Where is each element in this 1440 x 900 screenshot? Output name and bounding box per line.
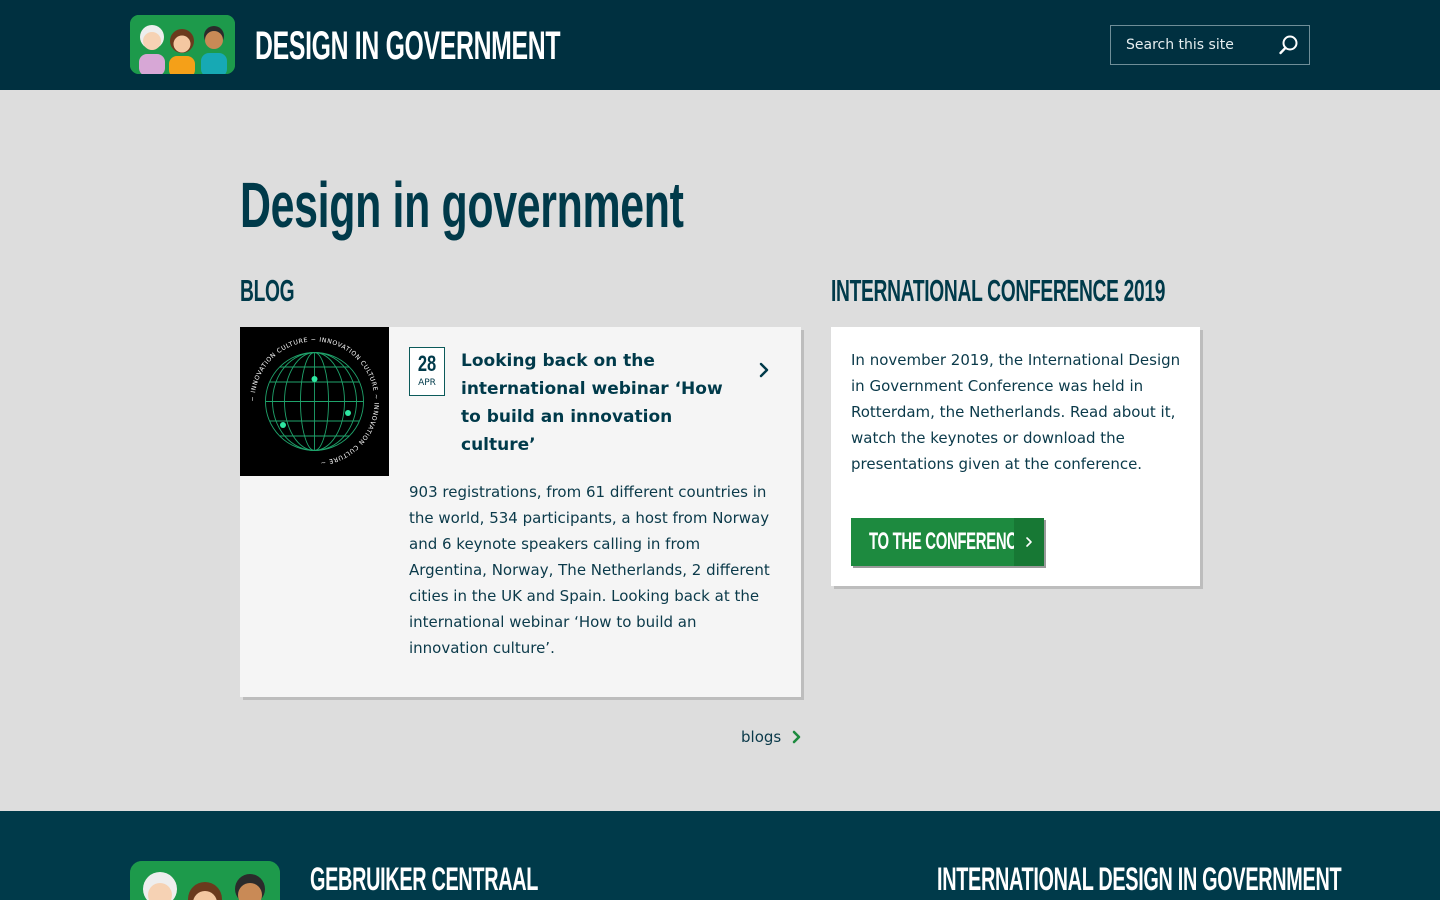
magnifier-icon[interactable] <box>1277 33 1301 57</box>
conference-description: In november 2019, the International Desi… <box>851 351 1181 473</box>
footer-heading-gebruiker-centraal: GEBRUIKER CENTRAAL <box>310 861 539 897</box>
more-blogs-link[interactable]: blogs <box>741 726 781 748</box>
post-title-link[interactable]: Looking back on the international webina… <box>461 347 741 459</box>
to-conference-button-label: TO THE CONFERENCE <box>869 528 1027 555</box>
page-title: Design in government <box>240 169 684 241</box>
conference-card: In november 2019, the International Desi… <box>831 327 1200 586</box>
post-date-day: 28 <box>417 351 437 376</box>
three-people-logo[interactable] <box>130 15 235 74</box>
footer-heading-international-design: INTERNATIONAL DESIGN IN GOVERNMENT <box>937 861 1342 897</box>
to-conference-button[interactable]: TO THE CONFERENCE <box>851 518 1044 566</box>
three-people-logo[interactable] <box>130 861 280 900</box>
chevron-right-icon <box>1014 518 1044 566</box>
blog-heading: BLOG <box>240 273 295 308</box>
conference-heading: INTERNATIONAL CONFERENCE 2019 <box>831 273 1166 308</box>
post-excerpt: 903 registrations, from 61 different cou… <box>409 483 770 657</box>
chevron-right-icon[interactable] <box>755 361 773 379</box>
search-box <box>1110 25 1310 65</box>
post-date-month: APR <box>418 378 436 388</box>
site-title[interactable]: DESIGN IN GOVERNMENT <box>255 24 561 68</box>
search-input[interactable] <box>1111 26 1271 64</box>
post-date-badge: 28 APR <box>409 347 445 396</box>
chevron-right-icon[interactable] <box>790 728 804 746</box>
innovation-culture-thumbnail[interactable]: ~ INNOVATION CULTURE ~ INNOVATION CULTUR… <box>240 327 389 476</box>
blog-post-card[interactable]: ~ INNOVATION CULTURE ~ INNOVATION CULTUR… <box>240 327 801 697</box>
site-footer: GEBRUIKER CENTRAAL INTERNATIONAL DESIGN … <box>0 811 1440 900</box>
site-header: DESIGN IN GOVERNMENT <box>0 0 1440 90</box>
